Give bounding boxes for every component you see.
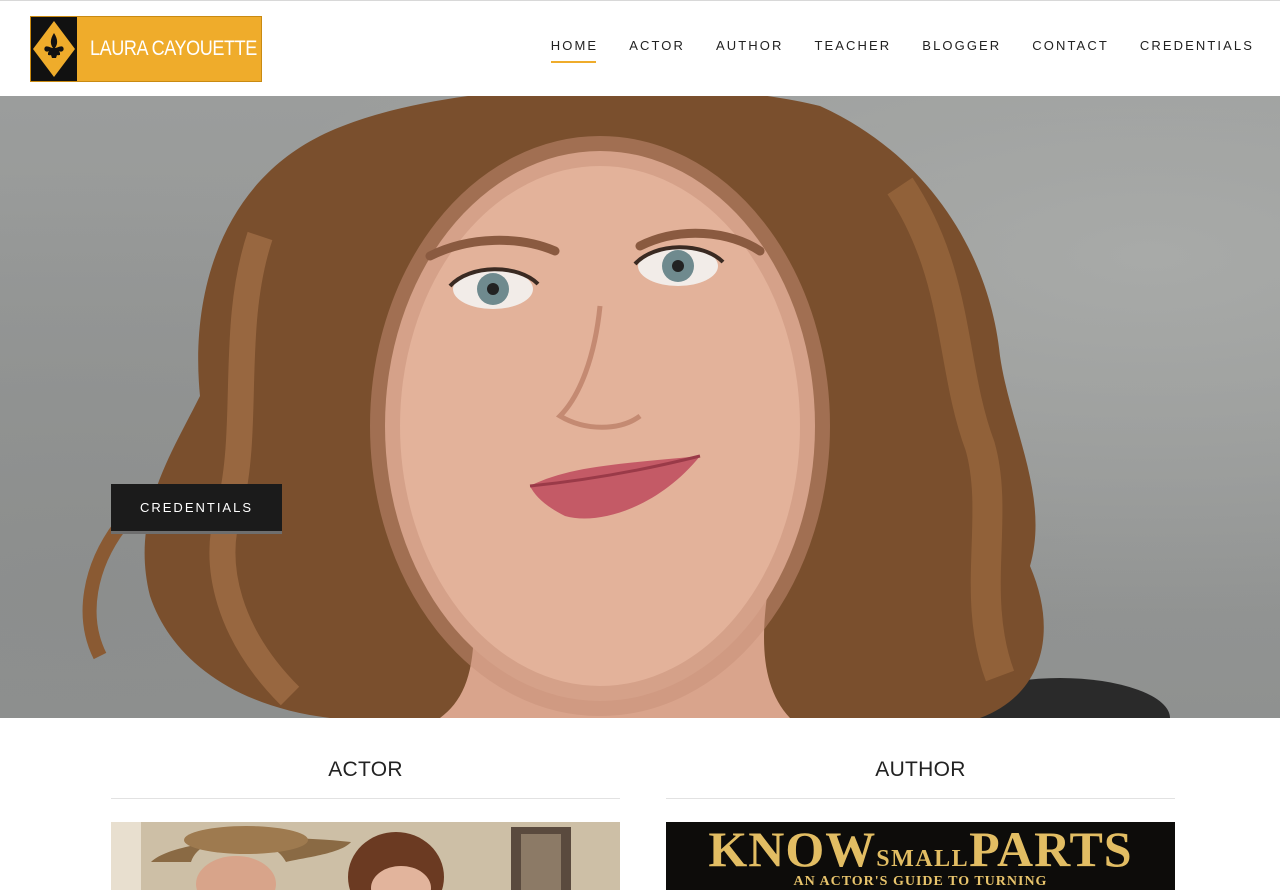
actor-card-divider — [111, 798, 620, 799]
actor-card-title[interactable]: ACTOR — [111, 758, 620, 782]
book-cover-subtitle: AN ACTOR'S GUIDE TO TURNING — [793, 874, 1048, 889]
nav-item-teacher[interactable]: TEACHER — [814, 38, 891, 63]
nav-item-credentials[interactable]: CREDENTIALS — [1140, 38, 1254, 63]
main-nav: HOME ACTOR AUTHOR TEACHER BLOGGER CONTAC… — [520, 38, 1254, 63]
nav-item-actor[interactable]: ACTOR — [629, 38, 685, 63]
logo-text: LAURA CAYOUETTE — [90, 37, 257, 60]
site-header: LAURA CAYOUETTE HOME ACTOR AUTHOR TEACHE… — [0, 1, 1280, 96]
actor-still-photo — [111, 822, 620, 890]
author-card-divider — [666, 798, 1175, 799]
author-card-image[interactable]: KNOWSMALLPARTS AN ACTOR'S GUIDE TO TURNI… — [666, 822, 1175, 890]
nav-item-author[interactable]: AUTHOR — [716, 38, 784, 63]
actor-card-image[interactable] — [111, 822, 620, 890]
fleur-de-lis-icon — [31, 17, 77, 81]
nav-item-contact[interactable]: CONTACT — [1032, 38, 1109, 63]
credentials-button[interactable]: CREDENTIALS — [111, 484, 282, 534]
author-card-title[interactable]: AUTHOR — [666, 758, 1175, 782]
nav-item-blogger[interactable]: BLOGGER — [922, 38, 1001, 63]
site-logo[interactable]: LAURA CAYOUETTE — [30, 16, 262, 82]
hero-banner: CREDENTIALS — [0, 96, 1280, 718]
hero-portrait-photo — [82, 96, 1170, 718]
book-cover-title: KNOWSMALLPARTS — [708, 822, 1133, 877]
nav-item-home[interactable]: HOME — [550, 38, 598, 63]
